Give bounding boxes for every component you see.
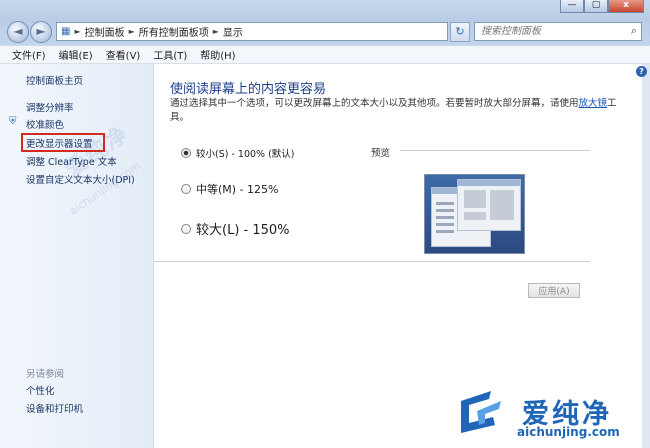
page-title: 使阅读屏幕上的内容更容易 (170, 82, 327, 97)
sidebar: 爱纯净 aichunjing.com 控制面板主页 调整分辨率 ⛨ 校准颜色 更… (0, 64, 154, 448)
sidebar-item-home[interactable]: 控制面板主页 (26, 73, 83, 87)
menu-file[interactable]: 文件(F) (12, 47, 46, 62)
option-larger-label: 较大(L) - 150% (196, 223, 290, 238)
chevron-right-icon: ► (74, 27, 81, 36)
description-text: 通过选择其中一个选项，可以更改屏幕上的文本大小以及其他项。若要暂时放大部分屏幕，… (170, 98, 579, 109)
refresh-icon[interactable]: ↻ (450, 22, 470, 42)
display-preview-image (424, 174, 525, 254)
control-panel-window: — ▢ x ◄ ► ▦ ► 控制面板 ► 所有控制面板项 ► 显示 ↻ ⌕ 文件… (0, 0, 650, 448)
control-panel-icon: ▦ (61, 26, 71, 37)
breadcrumb-control-panel[interactable]: 控制面板 (85, 24, 125, 39)
minimize-button[interactable]: — (560, 0, 584, 13)
menu-help[interactable]: 帮助(H) (200, 47, 235, 62)
preview-label: 预览 (371, 148, 391, 159)
preview-block (490, 190, 514, 220)
preview-line (436, 202, 454, 205)
sidebar-item-resolution[interactable]: 调整分辨率 (26, 100, 74, 114)
main-panel: 使阅读屏幕上的内容更容易 通过选择其中一个选项，可以更改屏幕上的文本大小以及其他… (154, 64, 642, 448)
page-description: 通过选择其中一个选项，可以更改屏幕上的文本大小以及其他项。若要暂时放大部分屏幕，… (170, 97, 618, 125)
chevron-right-icon: ► (128, 27, 135, 36)
menu-edit[interactable]: 编辑(E) (59, 47, 93, 62)
option-smaller[interactable]: 较小(S) - 100% (默认) (181, 146, 295, 160)
preview-divider (400, 150, 590, 151)
watermark-subtitle: aichunjing.com (517, 425, 620, 439)
close-button[interactable]: x (608, 0, 644, 13)
preview-line (436, 216, 454, 219)
preview-block (464, 190, 486, 208)
option-medium-label: 中等(M) - 125% (196, 183, 279, 196)
menu-view[interactable]: 查看(V) (106, 47, 141, 62)
option-medium[interactable]: 中等(M) - 125% (181, 181, 278, 197)
radio-icon[interactable] (181, 184, 191, 194)
chevron-right-icon: ► (212, 27, 219, 36)
help-icon[interactable]: ? (636, 66, 647, 77)
preview-window-front (457, 179, 521, 231)
sidebar-item-monitor-settings[interactable]: 更改显示器设置 (26, 136, 93, 150)
forward-arrow-icon[interactable]: ► (30, 21, 52, 43)
radio-selected-icon[interactable] (181, 148, 191, 158)
address-bar[interactable]: ▦ ► 控制面板 ► 所有控制面板项 ► 显示 (56, 22, 448, 41)
menu-bar: 文件(F) 编辑(E) 查看(V) 工具(T) 帮助(H) (0, 46, 650, 64)
see-also-heading: 另请参阅 (26, 369, 65, 380)
breadcrumb-all-items[interactable]: 所有控制面板项 (139, 24, 209, 39)
window-edge (642, 64, 650, 448)
navigation-row: ◄ ► ▦ ► 控制面板 ► 所有控制面板项 ► 显示 ↻ ⌕ (0, 18, 650, 44)
apply-button[interactable]: 应用(A) (528, 283, 580, 298)
shield-icon: ⛨ (9, 116, 17, 127)
sidebar-item-personalize[interactable]: 个性化 (26, 383, 55, 397)
preview-line (436, 230, 454, 233)
menu-tools[interactable]: 工具(T) (153, 47, 187, 62)
caption-buttons: — ▢ x (560, 0, 644, 13)
maximize-button[interactable]: ▢ (584, 0, 608, 13)
breadcrumb-display[interactable]: 显示 (223, 24, 243, 39)
option-larger[interactable]: 较大(L) - 150% (181, 219, 290, 238)
sidebar-item-custom-dpi[interactable]: 设置自定义文本大小(DPI) (26, 172, 135, 186)
content-area: 爱纯净 aichunjing.com 控制面板主页 调整分辨率 ⛨ 校准颜色 更… (0, 64, 642, 448)
watermark-logo-icon (461, 391, 501, 433)
sidebar-item-calibrate-color[interactable]: 校准颜色 (26, 117, 64, 131)
radio-icon[interactable] (181, 223, 191, 234)
preview-block (464, 212, 486, 220)
search-icon[interactable]: ⌕ (631, 24, 637, 38)
back-arrow-icon[interactable]: ◄ (7, 21, 29, 43)
sidebar-item-devices-printers[interactable]: 设备和打印机 (26, 401, 83, 415)
option-smaller-label: 较小(S) - 100% (默认) (196, 149, 295, 160)
sidebar-item-cleartype[interactable]: 调整 ClearType 文本 (26, 154, 117, 168)
magnifier-link[interactable]: 放大镜 (579, 98, 608, 109)
preview-titlebar (458, 180, 520, 186)
section-divider (154, 261, 590, 262)
preview-line (436, 209, 454, 212)
preview-line (436, 223, 454, 226)
search-box[interactable]: ⌕ (474, 22, 642, 41)
search-input[interactable] (479, 23, 623, 40)
